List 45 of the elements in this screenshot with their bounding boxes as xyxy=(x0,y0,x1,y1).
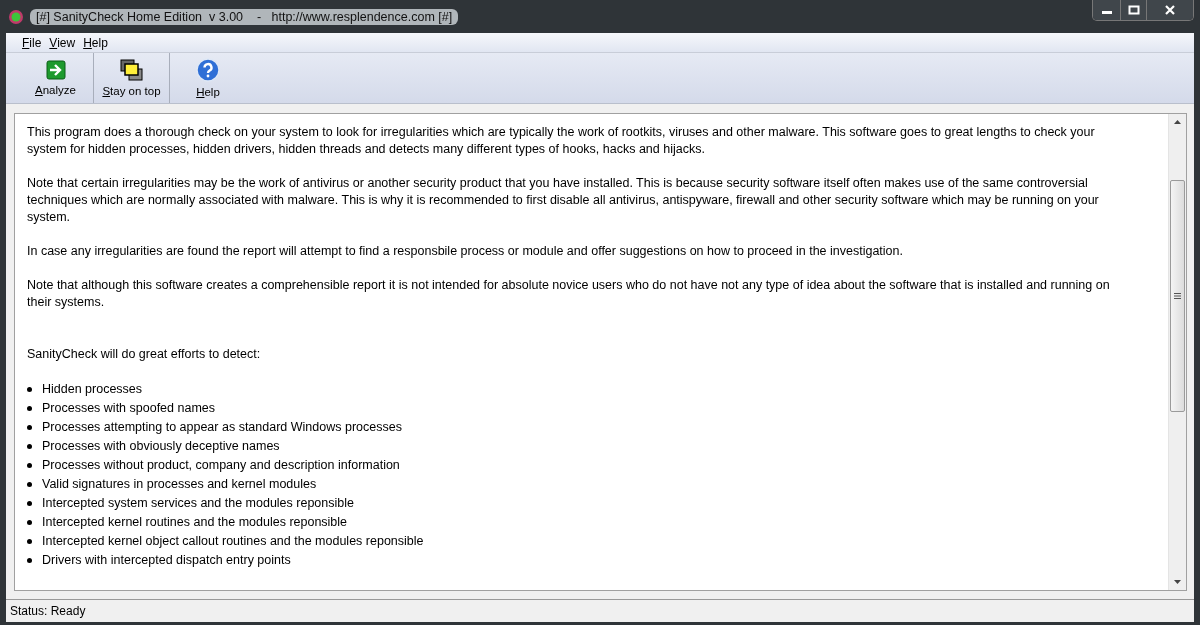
stacked-windows-icon xyxy=(119,59,144,81)
scroll-down-icon[interactable] xyxy=(1174,580,1181,584)
list-item: Valid signatures in processes and kernel modules xyxy=(42,476,317,493)
scroll-thumb[interactable] xyxy=(1170,180,1185,412)
bullet-icon xyxy=(27,444,32,449)
scroll-up-icon[interactable] xyxy=(1174,120,1181,124)
menu-item[interactable]: View xyxy=(45,35,80,50)
scrollbar[interactable] xyxy=(1168,114,1186,590)
bullet-icon xyxy=(27,520,32,525)
toolbar-button[interactable]: Help xyxy=(170,53,246,103)
bullet-icon xyxy=(27,501,32,506)
help-icon xyxy=(196,58,220,82)
paragraph: In case any irregularities are found the report will attempt to find a responsbile process or module and offer suggestions on how to proceed in the investigation. xyxy=(27,243,904,260)
list-item: Processes with obviously deceptive names xyxy=(42,438,280,455)
bullet-icon xyxy=(27,387,32,392)
menu-item[interactable]: Help xyxy=(79,35,112,50)
app-icon xyxy=(8,8,24,25)
toolbar-button[interactable]: Stay on top xyxy=(94,53,170,103)
paragraph: Note that certain irregularities may be the work of antivirus or another security product that you have installed. This is because security software itself often makes use of the same controversial techniques which are normally associated with malware. This is why it is recommended to first disable all antivirus, antispyware, firewall and other security software which may be running on your system. xyxy=(27,175,1100,226)
list-item: Drivers with intercepted dispatch entry points xyxy=(42,552,291,569)
list-item: Processes without product, company and description information xyxy=(42,457,400,474)
list-item: Intercepted system services and the modules reponsible xyxy=(42,495,354,512)
list-item: Processes with spoofed names xyxy=(42,400,215,417)
list-heading: SanityCheck will do great efforts to detect: xyxy=(27,346,262,363)
minimize-button[interactable] xyxy=(1093,0,1121,20)
close-button[interactable] xyxy=(1147,0,1193,20)
paragraph: Note that although this software creates a comprehensible report it is not intended for absolute novice users who do not have not any type of idea about the software that is installed and running on their systems. xyxy=(27,277,1111,311)
list-item: Processes attempting to appear as standard Windows processes xyxy=(42,419,402,436)
bullet-icon xyxy=(27,558,32,563)
list-item: Intercepted kernel routines and the modules reponsible xyxy=(42,514,348,531)
bullet-icon xyxy=(27,463,32,468)
bullet-icon xyxy=(27,406,32,411)
list-item: Intercepted kernel object callout routines and the modules reponsible xyxy=(42,533,424,550)
maximize-icon xyxy=(1127,5,1140,15)
toolbar-button[interactable]: Analyze xyxy=(18,53,94,103)
menu-item[interactable]: File xyxy=(18,35,46,50)
bullet-icon xyxy=(27,539,32,544)
paragraph: This program does a thorough check on your system to look for irregularities which are typically the work of rootkits, viruses and other malware. This software goes to great lengths to check your system for hidden processes, hidden drivers, hidden threads and detects many different types of hooks, hacks and hijacks. xyxy=(27,124,1096,158)
bullet-icon xyxy=(27,425,32,430)
close-icon xyxy=(1164,5,1176,15)
list-item: Hidden processes xyxy=(42,381,143,398)
status-text: Status: Ready xyxy=(10,604,86,618)
maximize-button[interactable] xyxy=(1121,0,1147,20)
bullet-icon xyxy=(27,482,32,487)
window-title: [#] SanityCheck Home Edition v 3.00 - http://www.resplendence.com [#] xyxy=(30,8,459,25)
